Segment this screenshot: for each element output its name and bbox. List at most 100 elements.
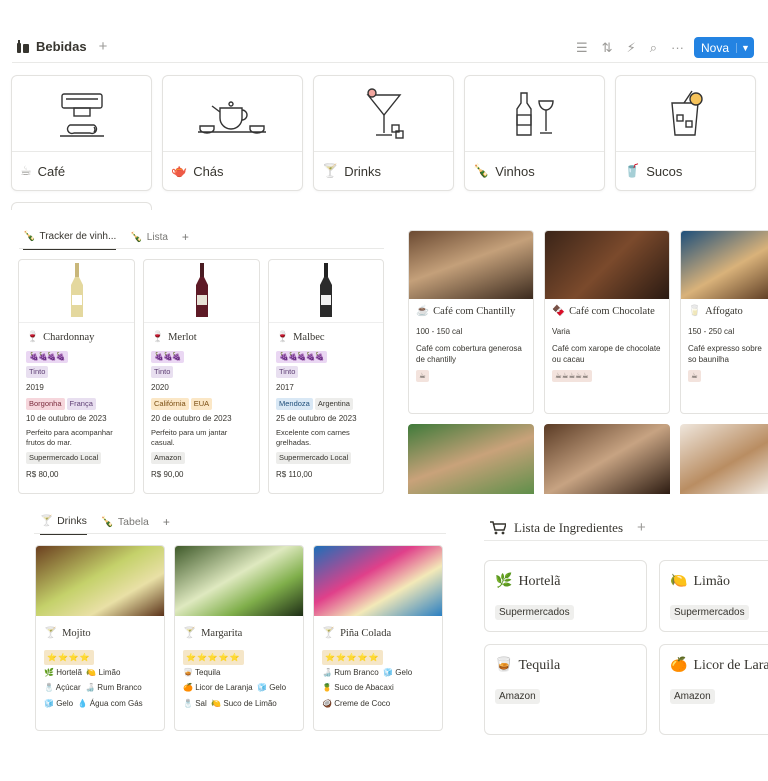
grape-rating: 🍇🍇🍇🍇 xyxy=(26,350,68,364)
category-card-chas[interactable]: 🫖 Chás xyxy=(162,75,303,191)
wine-price: R$ 110,00 xyxy=(276,469,313,479)
more-icon[interactable]: ··· xyxy=(671,40,684,56)
filter-icon[interactable]: ☰ xyxy=(576,40,588,56)
title-text: Bebidas xyxy=(36,39,87,54)
ingredient: Rum Branco xyxy=(334,668,379,678)
sort-icon[interactable]: ⇅ xyxy=(602,40,613,56)
coffee-description: Café com xarope de chocolate ou cacau xyxy=(552,343,661,364)
ingredient: Gelo xyxy=(56,698,74,708)
drink-card-mojito[interactable]: 🍸 Mojito ⭐⭐⭐⭐ 🌿 Hortelã 🍋 Limão 🧂 Açúcar … xyxy=(35,545,165,731)
tab-tabela[interactable]: 🍾 Tabela xyxy=(101,515,149,534)
red-wine-bottle-image xyxy=(269,260,383,323)
coffee-image-partial xyxy=(544,424,670,494)
ingredient: Suco de Limão xyxy=(223,698,277,708)
ingredient: Água com Gás xyxy=(89,698,143,708)
add-view-icon[interactable]: + xyxy=(182,230,189,250)
wine-tabs: 🍾 Tracker de vinh... 🍾 Lista + xyxy=(23,230,189,250)
drink-card-pina-colada[interactable]: 🍸 Piña Colada ⭐⭐⭐⭐⭐ 🍶 Rum Branco 🧊 Gelo 🍍… xyxy=(313,545,443,731)
coffee-card-chocolate[interactable]: 🍫 Café com Chocolate Varia Café com xarop… xyxy=(544,230,670,414)
wine-card-chardonnay[interactable]: 🍷 Chardonnay 🍇🍇🍇🍇 Tinto 2019 Borgonha Fran… xyxy=(18,259,135,494)
country-tag: EUA xyxy=(190,398,213,410)
wine-date: 10 de outubro de 2023 xyxy=(26,413,107,423)
wine-year: 2017 xyxy=(276,382,294,392)
toolbar: ☰ ⇅ ⚡ ⌕ ··· xyxy=(576,40,684,56)
category-card-drinks[interactable]: 🍸 Drinks xyxy=(313,75,454,191)
country-tag: Argentina xyxy=(314,398,353,410)
wine-date: 25 de outubro de 2023 xyxy=(276,413,357,423)
ingredient-card-hortela[interactable]: 🌿 Hortelã Supermercados xyxy=(484,560,647,632)
coffee-name: Café com Chocolate xyxy=(569,306,655,317)
store-tag: Supermercado Local xyxy=(26,451,102,464)
wine-year: 2020 xyxy=(151,382,169,392)
automation-icon[interactable]: ⚡ xyxy=(627,40,636,56)
divider xyxy=(12,62,768,63)
add-view-icon[interactable]: + xyxy=(163,515,170,535)
coffee-cup-icon: ☕ xyxy=(416,306,430,317)
region-tag: Mendoza xyxy=(276,398,313,410)
star-rating: ⭐⭐⭐⭐ xyxy=(44,649,94,666)
drink-name: Mojito xyxy=(62,628,91,639)
store-tag: Amazon xyxy=(495,689,540,704)
drink-image xyxy=(175,546,303,616)
ingredient-card-licor[interactable]: 🍊 Licor de Laranja Amazon xyxy=(659,644,768,735)
search-icon[interactable]: ⌕ xyxy=(650,40,657,56)
red-wine-bottle-image xyxy=(144,260,259,323)
divider xyxy=(19,248,384,249)
ingredient: Tequila xyxy=(195,668,221,678)
teapot-icon: 🫖 xyxy=(171,163,188,178)
divider xyxy=(34,533,446,534)
add-view-icon[interactable]: + xyxy=(637,519,646,536)
coffee-image xyxy=(545,231,669,299)
category-card-sucos[interactable]: 🥤 Sucos xyxy=(615,75,756,191)
wine-year: 2019 xyxy=(26,382,44,392)
wine-note: Perfeito para acompanhar frutos do mar. xyxy=(26,428,113,448)
wine-name: Chardonnay xyxy=(43,332,95,343)
new-button-label[interactable]: Nova xyxy=(694,41,736,55)
chevron-down-icon[interactable]: ▼ xyxy=(736,42,754,53)
card-partial xyxy=(11,202,152,210)
wine-card-malbec[interactable]: 🍷 Malbec 🍇🍇🍇🍇🍇 Tinto 2017 Mendoza Argentin… xyxy=(268,259,384,494)
wine-price: R$ 90,00 xyxy=(151,469,184,479)
ingredient: Limão xyxy=(98,668,121,678)
juice-cup-icon: 🥤 xyxy=(624,163,641,178)
coffee-name: Affogato xyxy=(705,306,743,317)
category-card-cafe[interactable]: ☕ Café xyxy=(11,75,152,191)
ingredient: Hortelã xyxy=(56,668,82,678)
bottles-icon: 🍾 xyxy=(100,516,114,528)
coffee-badge: ☕ xyxy=(416,369,429,382)
cocktail-shaker-icon: 🍸 xyxy=(40,515,54,527)
ingredient-card-limao[interactable]: 🍋 Limão Supermercados xyxy=(659,560,768,632)
drink-tabs: 🍸 Drinks 🍾 Tabela + xyxy=(40,514,170,535)
coffee-card-chantilly[interactable]: ☕ Café com Chantilly 100 - 150 cal Café c… xyxy=(408,230,534,414)
wine-illustration xyxy=(465,76,604,152)
ingredient: Suco de Abacaxi xyxy=(334,683,394,693)
divider xyxy=(484,540,768,541)
tab-lista[interactable]: 🍾 Lista xyxy=(130,232,168,249)
ingredient: Licor de Laranja xyxy=(195,683,253,693)
tab-tracker[interactable]: 🍾 Tracker de vinh... xyxy=(23,231,117,250)
tab-label: Lista xyxy=(146,231,168,243)
bottles-icon: 🍾 xyxy=(130,231,143,243)
wine-date: 20 de outubro de 2023 xyxy=(151,413,232,423)
store-tag: Amazon xyxy=(670,689,715,704)
new-button[interactable]: Nova ▼ xyxy=(694,37,754,58)
add-view-icon[interactable]: + xyxy=(99,38,108,55)
coffee-image-partial xyxy=(408,424,534,494)
drink-card-margarita[interactable]: 🍸 Margarita ⭐⭐⭐⭐⭐ 🥃 Tequila 🍊 Licor de La… xyxy=(174,545,304,731)
wine-note: Perfeito para um jantar casual. xyxy=(151,428,228,448)
coffee-calories: Varia xyxy=(552,327,571,337)
ingredient-card-tequila[interactable]: 🥃 Tequila Amazon xyxy=(484,644,647,735)
coffee-card-affogato[interactable]: 🥛 Affogato 150 - 250 cal Café expresso so… xyxy=(680,230,768,414)
coffee-cup-icon: ☕ xyxy=(20,163,32,178)
category-card-vinhos[interactable]: 🍾 Vinhos xyxy=(464,75,605,191)
wine-card-merlot[interactable]: 🍷 Merlot 🍇🍇🍇 Tinto 2020 Califórnia EUA 20 … xyxy=(143,259,260,494)
category-label: Sucos xyxy=(646,163,683,179)
orange-icon: 🍊 xyxy=(670,658,688,673)
ingredient: Gelo xyxy=(269,683,287,693)
category-label: Vinhos xyxy=(495,163,535,179)
shopping-cart-icon xyxy=(490,520,506,534)
ingredient-row: 🥃 Tequila xyxy=(183,668,221,678)
tab-drinks[interactable]: 🍸 Drinks xyxy=(40,514,87,535)
juice-illustration xyxy=(616,76,755,152)
coffee-image xyxy=(681,231,768,299)
